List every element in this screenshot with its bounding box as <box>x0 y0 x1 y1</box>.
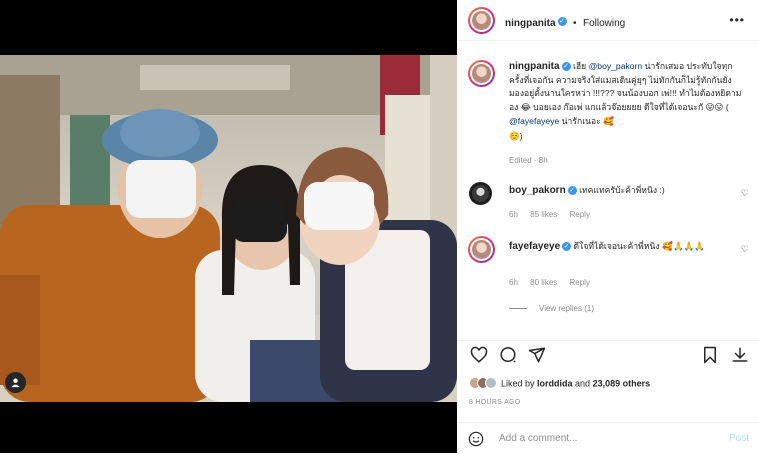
caption-text: ningpanita ✓ เฮีย @boy_pakorn น่ารักเสมอ … <box>509 60 745 168</box>
caption-text-part: ( <box>723 101 729 112</box>
comment-likes[interactable]: 80 likes <box>530 278 557 287</box>
comment-likes[interactable]: 85 likes <box>530 210 557 219</box>
mention-link[interactable]: @fayefayeye <box>509 116 559 126</box>
photo-illustration <box>0 55 457 402</box>
liker-username[interactable]: lorddida <box>537 378 573 388</box>
post-media-panel <box>0 0 457 453</box>
smiling-hearts-emoji-icon: 🥰 <box>603 117 614 127</box>
caption-edited-time: Edited · 8h <box>509 156 548 165</box>
like-comment-heart-icon[interactable]: ♡ <box>741 244 749 255</box>
verified-badge-icon: ✓ <box>557 17 567 27</box>
post-actions: Liked by lorddida and 23,089 others 8 HO… <box>457 340 759 453</box>
verified-badge-icon: ✓ <box>561 62 571 72</box>
add-comment-bar: Add a comment... Post <box>457 422 759 454</box>
share-icon[interactable] <box>527 345 547 365</box>
post-details-panel: ningpanita ✓ • Following ••• ningpanita ✓ … <box>457 0 759 453</box>
caption-username[interactable]: ningpanita <box>509 61 560 72</box>
comment-username[interactable]: fayefayeye <box>509 241 560 252</box>
author-username[interactable]: ningpanita <box>505 18 556 29</box>
commenter-avatar[interactable] <box>468 236 495 263</box>
comment-text: fayefayeye ✓ ดีใจที่ได้เจอนะค้าพี่หนิง 🥰🙏… <box>509 240 729 253</box>
tagged-user-icon[interactable] <box>5 372 26 393</box>
comment-body: ดีใจที่ได้เจอนะค้าพี่หนิง 🥰🙏🙏🙏 <box>573 242 706 252</box>
caption-avatar[interactable] <box>468 60 495 87</box>
heart-icon[interactable] <box>469 345 489 365</box>
comment-text: boy_pakorn ✓ เทคแทครับ้ะค้าพี่หนิง :) <box>509 184 729 197</box>
view-replies-label: View replies (1) <box>539 304 594 313</box>
emoji-icon[interactable] <box>468 431 484 452</box>
verified-badge-icon: ✓ <box>562 242 572 252</box>
comment-username[interactable]: boy_pakorn <box>509 185 566 196</box>
liker-avatars <box>469 377 497 391</box>
verified-badge-icon: ✓ <box>567 186 577 196</box>
comment-meta: 6h 80 likes Reply <box>509 278 600 287</box>
author-avatar[interactable] <box>468 7 495 34</box>
tongue-emoji-icon: 😛😛 <box>705 102 724 113</box>
post-comment-button[interactable]: Post <box>729 433 749 444</box>
post-photo[interactable] <box>0 55 457 402</box>
comment-time: 6h <box>509 278 518 287</box>
post-header: ningpanita ✓ • Following ••• <box>457 0 759 41</box>
download-icon[interactable] <box>730 345 750 365</box>
post-time-ago[interactable]: 8 HOURS AGO <box>469 399 521 406</box>
caption-text-part: น่ารักเนอะ <box>559 116 604 126</box>
likes-summary: Liked by lorddida and 23,089 others <box>469 377 650 391</box>
comment-time: 6h <box>509 210 518 219</box>
reply-button[interactable]: Reply <box>570 278 590 287</box>
smiling-emoji-icon: ☺️ <box>509 131 520 142</box>
instagram-post-view: ningpanita ✓ • Following ••• ningpanita ✓ … <box>0 0 759 453</box>
comments-scroll-area[interactable]: ningpanita ✓ เฮีย @boy_pakorn น่ารักเสมอ … <box>457 40 759 340</box>
comment-body: เทคแทครับ้ะค้าพี่หนิง :) <box>579 185 665 195</box>
caption-text-part: บอยเอง ก๊อเพ่ แกแล้วจ๊อยยยย ดีใจที่ได้เจ… <box>530 101 706 112</box>
following-button[interactable]: Following <box>583 18 625 29</box>
comment-icon[interactable] <box>498 345 518 365</box>
like-comment-heart-icon[interactable]: ♡ <box>741 188 749 199</box>
mention-link[interactable]: @boy_pakorn <box>589 61 643 71</box>
comment-meta: 6h 85 likes Reply <box>509 210 600 219</box>
view-replies-link[interactable]: View replies (1) <box>509 304 594 313</box>
likes-others-count[interactable]: 23,089 others <box>593 378 651 388</box>
header-separator: • <box>573 18 577 29</box>
laughing-emoji-icon: 😂 <box>520 102 531 113</box>
more-options-icon[interactable]: ••• <box>729 13 745 27</box>
caption-text-part: เฮีย <box>572 61 589 71</box>
commenter-avatar[interactable] <box>469 182 492 205</box>
replies-line <box>509 308 527 310</box>
likes-prefix: Liked by <box>501 378 538 389</box>
comment-input[interactable]: Add a comment... <box>499 433 577 444</box>
reply-button[interactable]: Reply <box>570 210 590 219</box>
bookmark-icon[interactable] <box>700 345 720 365</box>
caption-text-part: ) <box>519 130 523 141</box>
likes-and: and <box>572 378 593 389</box>
